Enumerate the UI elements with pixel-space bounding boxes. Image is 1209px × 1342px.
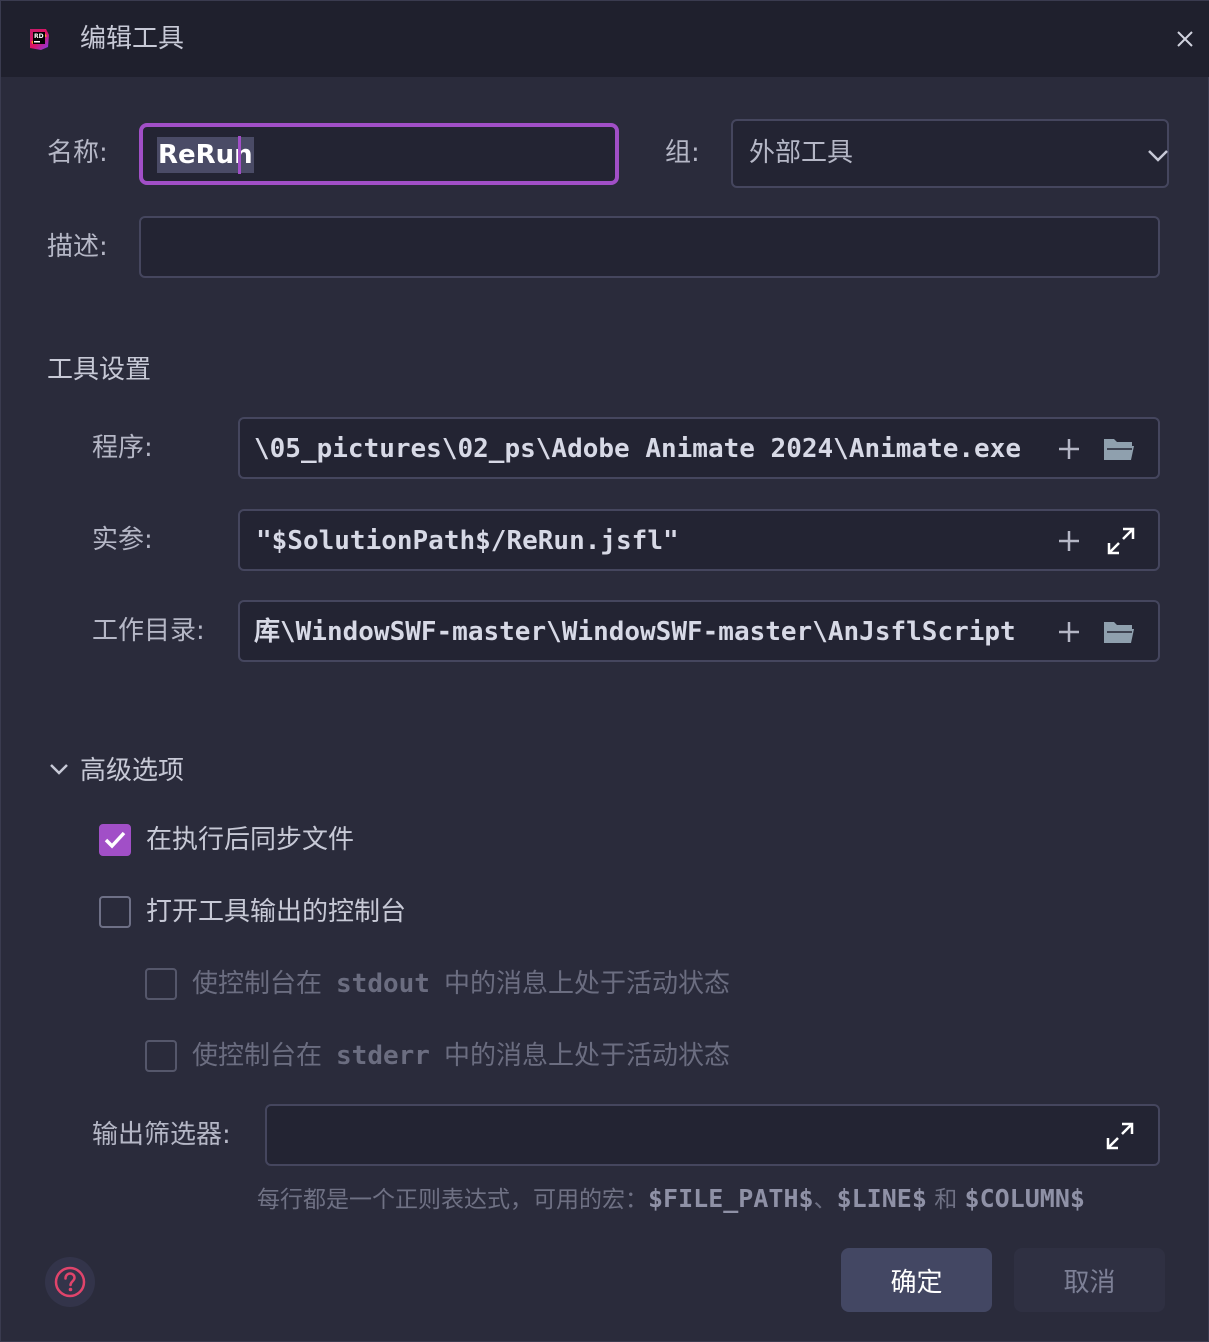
program-insert-macro-button[interactable]: [1052, 432, 1086, 466]
working-dir-browse-button[interactable]: [1102, 615, 1136, 649]
advanced-options-toggle[interactable]: 高级选项: [47, 753, 197, 789]
plus-icon: [1059, 531, 1079, 551]
arguments-input-value: "$SolutionPath$/ReRun.jsfl": [256, 526, 679, 556]
stdout-active-label: 使控制台在 stdout 中的消息上处于活动状态: [192, 966, 730, 1002]
dialog-title: 编辑工具: [80, 24, 185, 54]
help-icon: [54, 1266, 86, 1298]
program-label: 程序:: [92, 433, 153, 463]
stdout-code: stdout: [336, 969, 430, 999]
output-filters-hint: 每行都是一个正则表达式，可用的宏：$FILE_PATH$、$LINE$ 和 $C…: [257, 1181, 1085, 1218]
working-dir-input-value: 库\WindowSWF-master\WindowSWF-master\AnJs…: [254, 617, 1016, 647]
description-input[interactable]: [139, 216, 1160, 278]
tool-settings-heading: 工具设置: [47, 355, 152, 385]
macro-line: $LINE$: [836, 1184, 927, 1213]
working-dir-insert-macro-button[interactable]: [1052, 615, 1086, 649]
stderr-active-checkbox[interactable]: [145, 1040, 177, 1072]
stdout-active-checkbox[interactable]: [145, 968, 177, 1000]
output-filters-expand-button[interactable]: [1103, 1119, 1137, 1153]
output-filters-label: 输出筛选器:: [92, 1120, 231, 1150]
plus-icon: [1059, 622, 1079, 642]
cancel-button[interactable]: 取消: [1014, 1248, 1165, 1312]
advanced-options-heading: 高级选项: [80, 756, 185, 786]
macro-file-path: $FILE_PATH$: [648, 1184, 814, 1213]
name-input[interactable]: ReRun: [139, 123, 619, 185]
group-select[interactable]: 外部工具: [731, 119, 1169, 188]
macro-column: $COLUMN$: [964, 1184, 1085, 1213]
arguments-insert-macro-button[interactable]: [1052, 524, 1086, 558]
arguments-label: 实参:: [92, 525, 153, 555]
stderr-active-prefix: 使控制台在: [192, 1041, 323, 1071]
sync-files-label: 在执行后同步文件: [146, 825, 355, 855]
working-dir-input[interactable]: 库\WindowSWF-master\WindowSWF-master\AnJs…: [238, 600, 1160, 662]
edit-tool-dialog: RD 编辑工具 名称: ReRun 组: 外部工具 描述: 工具设置 程序: \…: [0, 0, 1209, 1342]
arguments-input[interactable]: "$SolutionPath$/ReRun.jsfl": [238, 509, 1160, 571]
stderr-active-suffix: 中的消息上处于活动状态: [443, 1041, 730, 1071]
output-filters-input[interactable]: [265, 1104, 1160, 1166]
help-button[interactable]: [45, 1257, 95, 1307]
working-dir-label: 工作目录:: [92, 616, 205, 646]
checkmark-icon: [104, 831, 126, 849]
plus-icon: [1059, 439, 1079, 459]
close-button[interactable]: [1169, 23, 1201, 55]
folder-icon: [1104, 622, 1134, 643]
svg-text:RD: RD: [34, 33, 44, 40]
expand-icon: [1106, 1122, 1134, 1150]
arguments-expand-button[interactable]: [1104, 524, 1138, 558]
program-browse-button[interactable]: [1102, 432, 1136, 466]
chevron-down-icon: [50, 764, 68, 775]
program-input-value: \05_pictures\02_ps\Adobe Animate 2024\An…: [254, 434, 1022, 464]
stdout-active-suffix: 中的消息上处于活动状态: [443, 969, 730, 999]
ok-button[interactable]: 确定: [841, 1248, 992, 1312]
app-logo-icon: RD: [30, 29, 49, 50]
group-select-value: 外部工具: [749, 138, 854, 168]
stdout-active-prefix: 使控制台在: [192, 969, 323, 999]
group-label: 组:: [665, 138, 700, 168]
hint-and: 和: [934, 1187, 958, 1213]
title-bar: RD 编辑工具: [1, 1, 1209, 77]
stderr-code: stderr: [336, 1041, 430, 1071]
description-label: 描述:: [47, 232, 108, 262]
hint-prefix: 每行都是一个正则表达式，可用的宏：: [257, 1187, 648, 1213]
sync-files-checkbox[interactable]: [99, 824, 131, 856]
expand-icon: [1107, 527, 1135, 555]
folder-icon: [1104, 439, 1134, 460]
open-console-label: 打开工具输出的控制台: [146, 897, 407, 927]
program-input[interactable]: \05_pictures\02_ps\Adobe Animate 2024\An…: [238, 417, 1160, 479]
close-icon: [1177, 31, 1193, 47]
stderr-active-label: 使控制台在 stderr 中的消息上处于活动状态: [192, 1038, 730, 1074]
name-label: 名称:: [47, 138, 108, 168]
text-caret: [238, 136, 241, 174]
open-console-checkbox[interactable]: [99, 896, 131, 928]
hint-separator: 、: [813, 1187, 837, 1213]
chevron-down-icon: [1148, 150, 1168, 162]
